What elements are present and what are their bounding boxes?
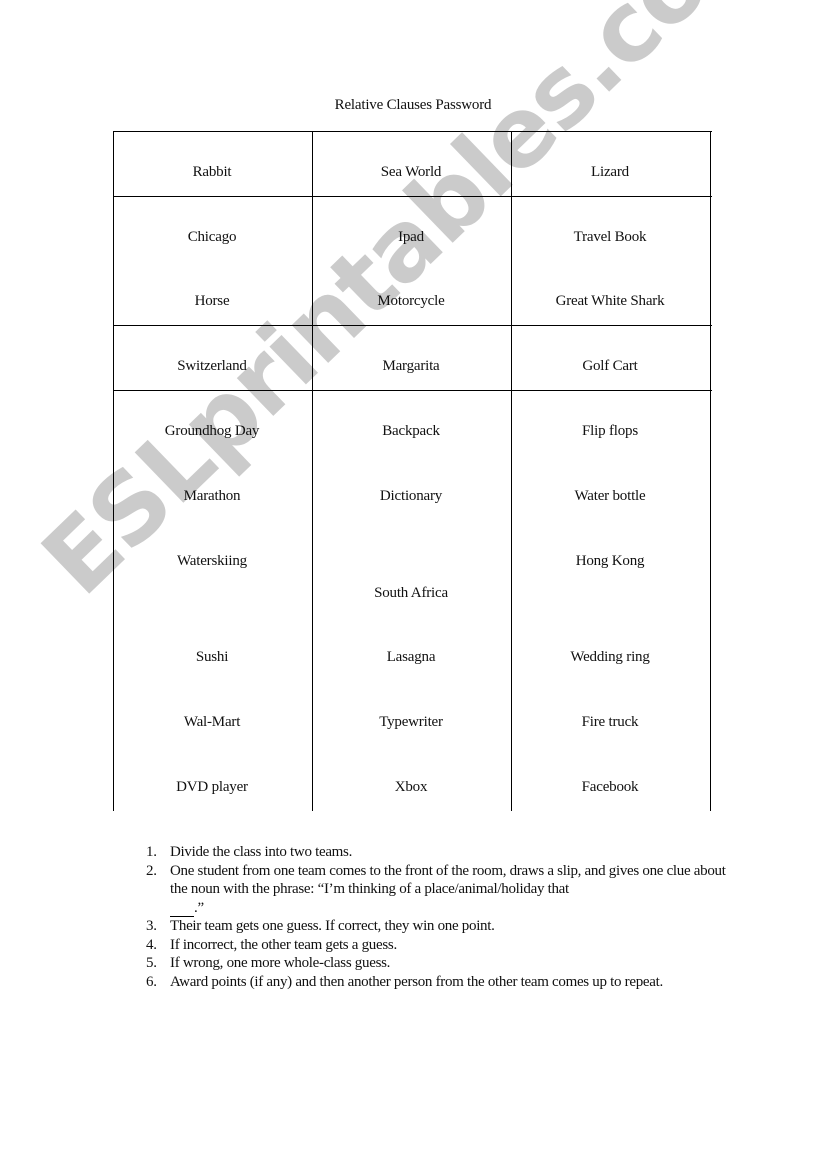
- table-cell: Backpack: [382, 423, 440, 439]
- table-cell: Travel Book: [573, 229, 647, 245]
- table-cell: Groundhog Day: [164, 423, 260, 439]
- fill-in-blank: [170, 902, 194, 917]
- table-border-right: [710, 131, 711, 811]
- table-cell: Motorcycle: [377, 293, 445, 309]
- table-cell: Waterskiing: [177, 553, 247, 569]
- instruction-text: Divide the class into two teams.: [170, 844, 353, 860]
- instruction-number: 4.: [146, 936, 157, 953]
- table-cell: Switzerland: [177, 358, 247, 374]
- instruction-text: Award points (if any) and then another p…: [170, 973, 663, 990]
- table-border-top: [113, 131, 712, 132]
- table-row-divider: [113, 325, 712, 326]
- table-cell: Ipad: [398, 229, 424, 245]
- instruction-text: One student from one team comes to the f…: [170, 862, 726, 898]
- password-table: Rabbit Sea World Lizard Chicago Ipad Tra…: [113, 131, 712, 811]
- table-row-divider: [113, 390, 712, 391]
- page-title: Relative Clauses Password: [334, 97, 492, 113]
- table-cell: Wedding ring: [570, 649, 650, 665]
- instruction-number: 5.: [146, 955, 157, 971]
- instruction-item: 1. Divide the class into two teams.: [146, 843, 736, 862]
- instruction-text: If incorrect, the other team gets a gues…: [170, 936, 397, 953]
- table-cell: Hong Kong: [575, 553, 645, 569]
- table-cell: Fire truck: [581, 714, 639, 730]
- table-cell: Lasagna: [386, 649, 436, 665]
- instruction-item: 2. One student from one team comes to th…: [146, 862, 736, 917]
- table-cell: Chicago: [187, 229, 237, 245]
- instruction-number: 2.: [146, 862, 157, 879]
- table-cell: Xbox: [394, 779, 428, 795]
- table-cell: Sea World: [380, 164, 442, 180]
- table-cell: Dictionary: [379, 488, 443, 504]
- instruction-number: 1.: [146, 844, 157, 860]
- instruction-text-tail: .”: [194, 899, 204, 916]
- table-cell: Great White Shark: [555, 293, 665, 309]
- instruction-item: 5. If wrong, one more whole-class guess.: [146, 954, 736, 973]
- instructions-list: 1. Divide the class into two teams. 2. O…: [146, 843, 736, 991]
- instruction-item: 6. Award points (if any) and then anothe…: [146, 973, 736, 992]
- instruction-number: 3.: [146, 918, 157, 934]
- table-cell: Typewriter: [379, 714, 443, 730]
- table-cell: Facebook: [581, 779, 639, 795]
- table-cell: Marathon: [183, 488, 241, 504]
- table-cell: Golf Cart: [582, 358, 638, 374]
- table-cell: Water bottle: [574, 488, 646, 504]
- instruction-text: If wrong, one more whole-class guess.: [170, 955, 391, 971]
- instruction-text: Their team gets one guess. If correct, t…: [170, 918, 495, 934]
- table-cell: Flip flops: [582, 423, 638, 439]
- table-cell: Lizard: [591, 164, 629, 180]
- table-cell: Margarita: [382, 358, 440, 374]
- instruction-item: 4. If incorrect, the other team gets a g…: [146, 936, 736, 955]
- table-cell: Rabbit: [192, 164, 232, 180]
- instruction-item: 3. Their team gets one guess. If correct…: [146, 917, 736, 936]
- table-cell: Sushi: [195, 649, 229, 665]
- table-row-divider: [113, 196, 712, 197]
- table-cell: Wal-Mart: [183, 714, 241, 730]
- table-cell: DVD player: [176, 779, 248, 795]
- table-cell: South Africa: [374, 585, 448, 601]
- table-cell: Horse: [194, 293, 230, 309]
- instruction-number: 6.: [146, 973, 157, 990]
